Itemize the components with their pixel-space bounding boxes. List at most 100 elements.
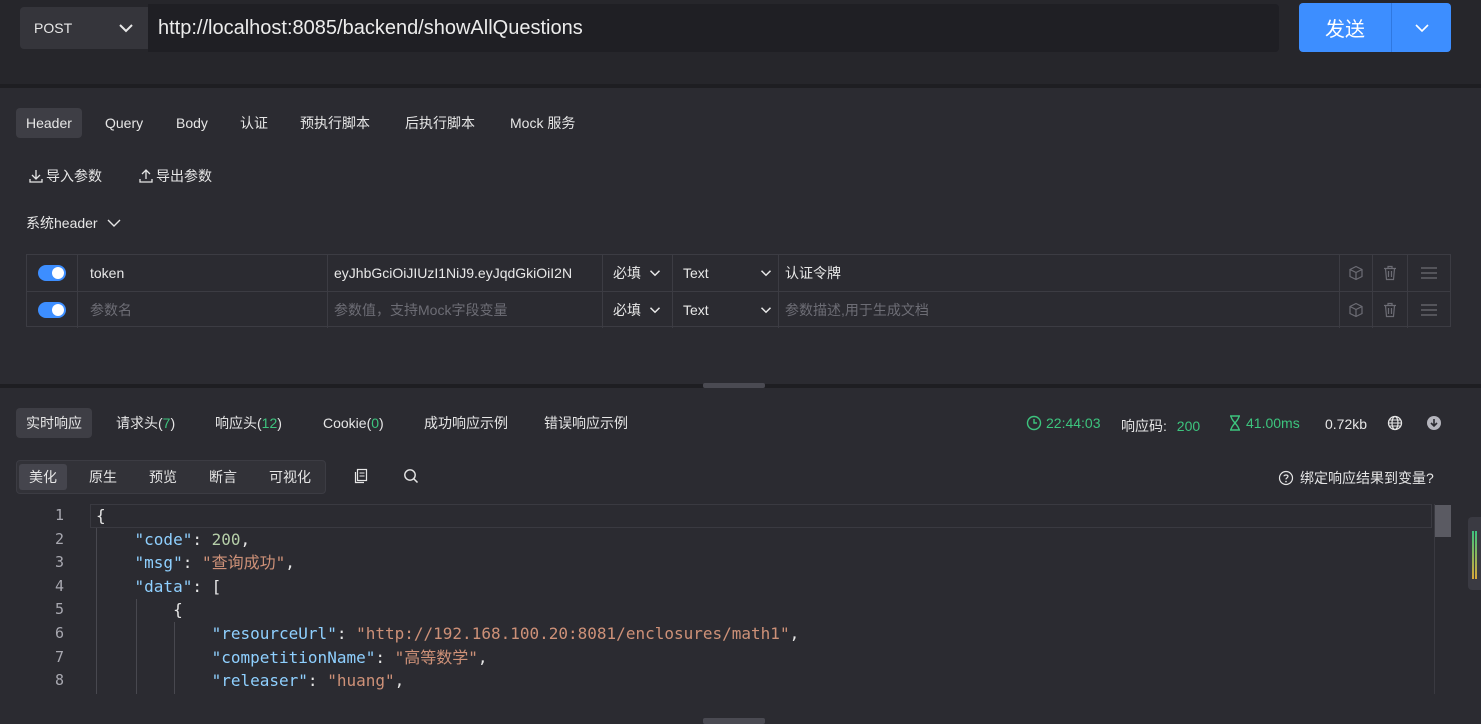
search-icon[interactable] xyxy=(403,468,419,487)
globe-icon[interactable] xyxy=(1387,415,1403,434)
param-description-field[interactable]: 认证令牌 xyxy=(779,255,1340,291)
code-text: "code": 200, xyxy=(96,528,251,552)
line-number: 1 xyxy=(54,506,64,524)
export-icon xyxy=(139,169,153,183)
param-mock-button[interactable] xyxy=(1340,292,1373,328)
code-token: , xyxy=(240,529,251,549)
code-line: 5 { xyxy=(0,598,1432,622)
param-type-select[interactable]: Text xyxy=(673,292,779,328)
code-text: "data": [ xyxy=(96,575,222,599)
meter-bar xyxy=(1475,531,1477,579)
help-icon xyxy=(1278,470,1294,486)
code-text: "competitionName": "高等数学", xyxy=(96,646,488,670)
cube-icon xyxy=(1349,265,1363,281)
param-value-field[interactable]: eyJhbGciOiJIUzI1NiJ9.eyJqdGkiOiI2N xyxy=(328,255,603,291)
side-meter-widget[interactable] xyxy=(1468,517,1481,590)
view-beautify[interactable]: 美化 xyxy=(19,464,67,490)
code-line: 3 "msg": "查询成功", xyxy=(0,551,1432,575)
line-number: 3 xyxy=(54,553,64,572)
param-name-field[interactable]: token xyxy=(78,255,328,291)
tab-success-example[interactable]: 成功响应示例 xyxy=(414,408,518,438)
editor-scroll-thumb[interactable] xyxy=(1435,505,1451,537)
response-time-value: 22:44:03 xyxy=(1046,415,1101,431)
code-text: { xyxy=(96,504,106,528)
method-select[interactable]: POST xyxy=(20,7,148,49)
copy-icon[interactable] xyxy=(353,468,369,487)
code-token: { xyxy=(96,506,106,525)
param-value-input[interactable]: 参数值，支持Mock字段变量 xyxy=(328,292,603,328)
param-enable-toggle[interactable] xyxy=(38,302,66,318)
param-required-select[interactable]: 必填 xyxy=(603,255,673,291)
drag-handle-icon xyxy=(1421,267,1437,279)
view-mode-group: 美化 原生 预览 断言 可视化 xyxy=(16,460,326,494)
chevron-down-icon xyxy=(119,24,133,33)
code-line: 2 "code": 200, xyxy=(0,528,1432,552)
tab-post-script[interactable]: 后执行脚本 xyxy=(395,108,485,138)
code-token: "查询成功" xyxy=(201,553,286,573)
view-raw[interactable]: 原生 xyxy=(79,464,127,490)
view-preview[interactable]: 预览 xyxy=(139,464,187,490)
chevron-down-icon xyxy=(760,307,772,314)
code-token: , xyxy=(477,647,488,667)
code-token: 200 xyxy=(211,529,241,549)
tab-auth[interactable]: 认证 xyxy=(230,108,278,138)
url-input[interactable]: http://localhost:8085/backend/showAllQue… xyxy=(148,4,1279,52)
view-assert[interactable]: 断言 xyxy=(199,464,247,490)
param-required-select[interactable]: 必填 xyxy=(603,292,673,328)
tab-query[interactable]: Query xyxy=(95,108,153,138)
tab-realtime-response[interactable]: 实时响应 xyxy=(16,408,92,438)
tab-mock-service[interactable]: Mock 服务 xyxy=(500,108,585,138)
tab-pre-script[interactable]: 预执行脚本 xyxy=(290,108,380,138)
import-params-label: 导入参数 xyxy=(46,168,102,184)
code-token: "resourceUrl" xyxy=(211,624,337,643)
paren-close: ) xyxy=(170,415,176,431)
tab-cookie[interactable]: Cookie(0) xyxy=(313,408,394,438)
tab-request-headers[interactable]: 请求头(7) xyxy=(106,408,185,438)
send-options-chevron-icon[interactable] xyxy=(1414,20,1430,36)
splitter-handle[interactable] xyxy=(703,383,765,388)
tab-response-headers[interactable]: 响应头(12) xyxy=(205,408,292,438)
code-line: 8 "releaser": "huang", xyxy=(0,669,1432,693)
bottom-splitter-handle[interactable] xyxy=(703,718,765,724)
tab-body[interactable]: Body xyxy=(166,108,218,138)
param-delete-button[interactable] xyxy=(1373,255,1408,291)
import-params-button[interactable]: 导入参数 xyxy=(28,166,102,186)
code-token: { xyxy=(96,600,183,620)
code-token: : xyxy=(182,553,202,573)
download-icon[interactable] xyxy=(1426,415,1442,434)
export-params-label: 导出参数 xyxy=(156,168,212,184)
param-mock-button[interactable] xyxy=(1340,255,1373,291)
tab-error-example[interactable]: 错误响应示例 xyxy=(534,408,638,438)
paren-close: ) xyxy=(277,415,282,431)
tab-header[interactable]: Header xyxy=(16,108,82,138)
response-duration: 41.00ms xyxy=(1228,415,1300,431)
send-button[interactable]: 发送 xyxy=(1299,3,1451,52)
param-description-input[interactable]: 参数描述,用于生成文档 xyxy=(779,292,1340,328)
drag-handle-icon xyxy=(1421,304,1437,316)
param-enable-toggle[interactable] xyxy=(38,265,66,281)
code-token: "competitionName" xyxy=(211,647,376,667)
param-drag-handle[interactable] xyxy=(1408,292,1450,328)
param-name-input[interactable]: 参数名 xyxy=(78,292,328,328)
bind-response-link[interactable]: 绑定响应结果到变量? xyxy=(1278,468,1434,488)
param-type-label: Text xyxy=(683,265,709,281)
chevron-down-icon xyxy=(649,270,661,277)
export-params-button[interactable]: 导出参数 xyxy=(138,166,212,186)
view-visualize[interactable]: 可视化 xyxy=(259,464,321,490)
line-number: 4 xyxy=(54,576,64,595)
code-token: : xyxy=(307,671,328,691)
param-drag-handle[interactable] xyxy=(1408,255,1450,291)
bind-response-label: 绑定响应结果到变量? xyxy=(1300,470,1434,486)
send-label: 发送 xyxy=(1325,19,1365,41)
response-code-editor[interactable]: 1 {2 "code": 200, 3 "msg": "查询成功", 4 "data"… xyxy=(0,504,1452,694)
line-number: 7 xyxy=(54,647,64,666)
response-headers-count: 12 xyxy=(261,415,278,431)
param-type-select[interactable]: Text xyxy=(673,255,779,291)
tab-cookie-label: Cookie( xyxy=(323,415,372,431)
param-delete-button[interactable] xyxy=(1373,292,1408,328)
system-header-toggle[interactable]: 系统header xyxy=(26,213,122,233)
